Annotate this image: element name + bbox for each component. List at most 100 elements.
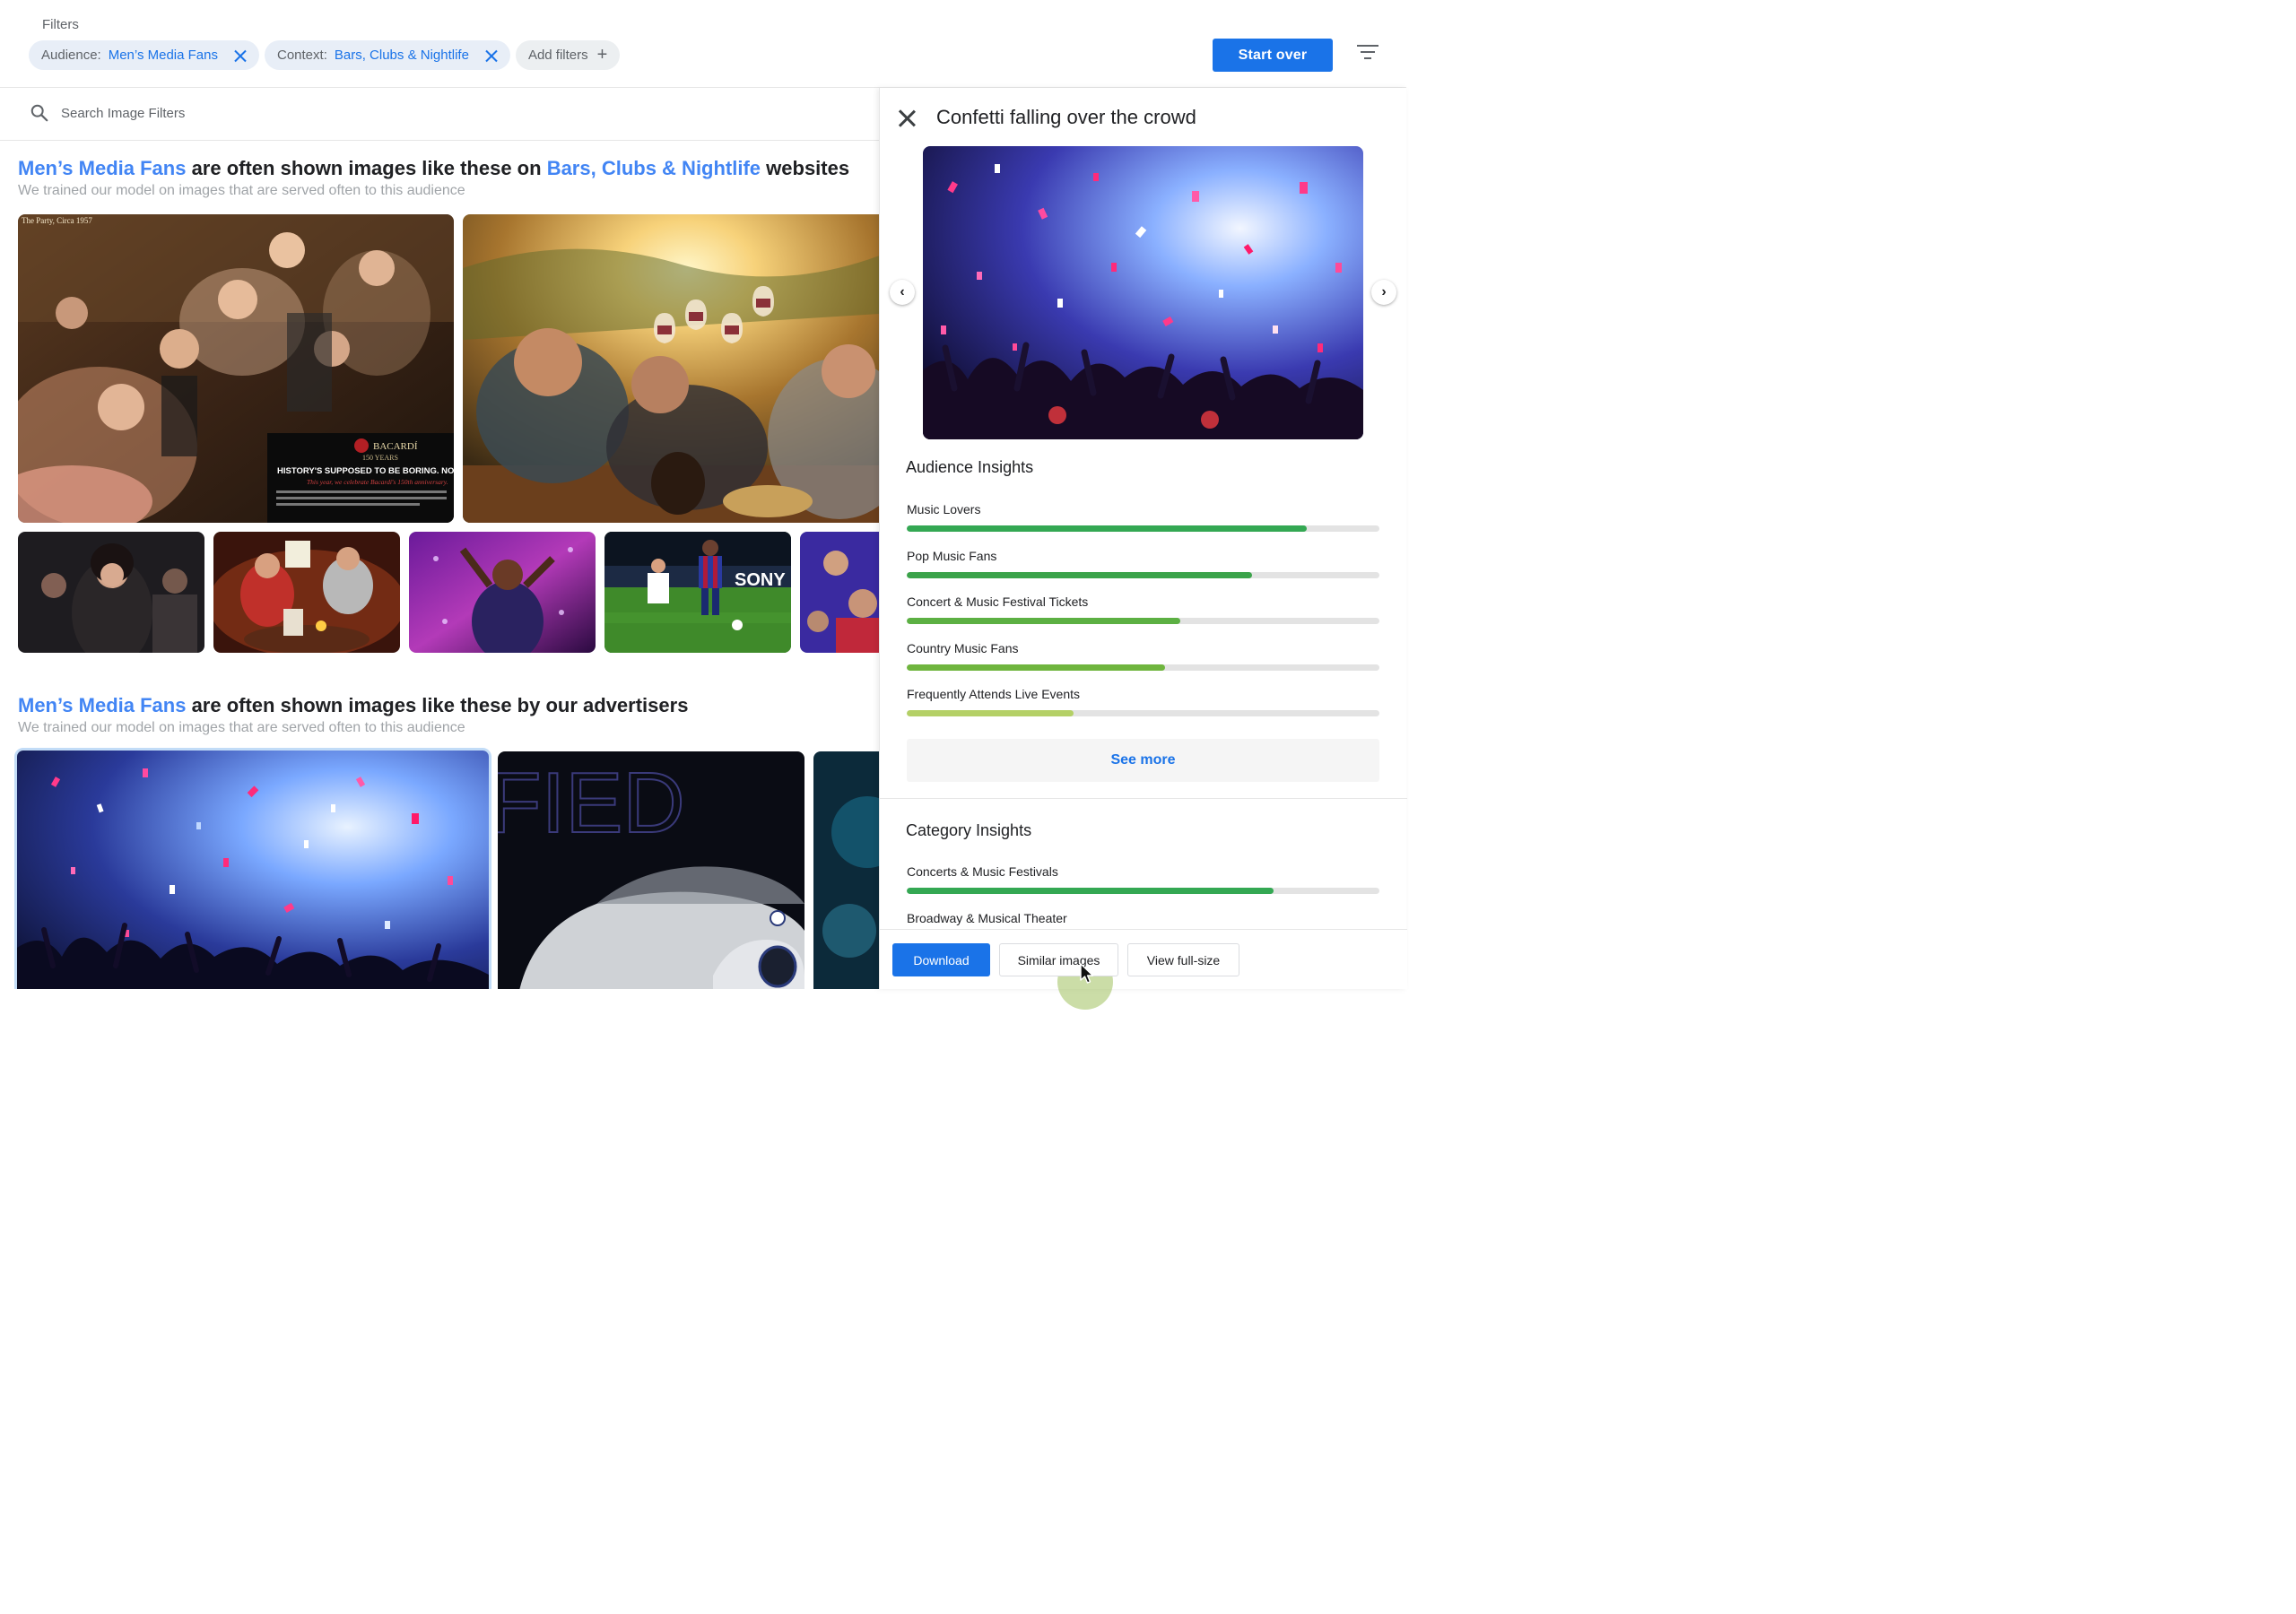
audience-insight-row: Music Lovers — [907, 502, 1379, 532]
ad-tagline: This year, we celebrate Bacardí's 150th … — [307, 478, 448, 486]
thumb-photo — [409, 532, 596, 653]
remove-context-filter-icon[interactable] — [485, 49, 498, 62]
audience-filter-chip[interactable]: Audience: Men’s Media Fans — [29, 40, 259, 70]
insight-bar-fill — [907, 525, 1307, 532]
see-more-button[interactable]: See more — [907, 739, 1379, 782]
insight-bar — [907, 525, 1379, 532]
svg-text:SONY: SONY — [735, 570, 786, 590]
audience-insights-title: Audience Insights — [906, 458, 1034, 476]
insight-bar-fill — [907, 664, 1165, 671]
plus-icon: + — [596, 45, 608, 65]
insight-bar-fill — [907, 710, 1074, 716]
heading-text: are often shown images like these on — [186, 157, 547, 179]
svg-text:FIED: FIED — [498, 755, 685, 851]
filter-chips: Audience: Men’s Media Fans Context: Bars… — [29, 40, 621, 70]
mouse-cursor-icon — [1080, 963, 1094, 984]
toasting-photo — [463, 214, 879, 523]
start-over-button[interactable]: Start over — [1213, 39, 1333, 72]
image-toasting-friends[interactable] — [463, 214, 879, 523]
section2-subtitle: We trained our model on images that are … — [18, 720, 465, 735]
download-button[interactable]: Download — [892, 943, 990, 976]
insight-bar — [907, 710, 1379, 716]
audience-highlight: Men’s Media Fans — [18, 694, 187, 716]
insight-bar — [907, 888, 1379, 894]
category-insights-title: Category Insights — [906, 821, 1032, 839]
panel-title: Confetti falling over the crowd — [936, 106, 1196, 128]
thumb-photo — [800, 532, 879, 653]
remove-audience-filter-icon[interactable] — [234, 49, 247, 62]
thumb-nightclub-woman[interactable] — [18, 532, 204, 653]
image-confetti-selected[interactable] — [14, 748, 491, 989]
filter-list-icon[interactable] — [1357, 45, 1378, 61]
add-filters-label: Add filters — [527, 48, 588, 63]
category-insight-row: Concerts & Music Festivals — [907, 864, 1379, 894]
audience-insight-row: Concert & Music Festival Tickets — [907, 594, 1379, 624]
insight-label: Broadway & Musical Theater — [907, 911, 1067, 925]
audience-highlight: Men’s Media Fans — [18, 157, 187, 179]
chevron-right-icon: › — [1381, 284, 1387, 299]
ad-headline: HISTORY'S SUPPOSED TO BE BORING. NOBODY … — [277, 466, 454, 476]
audience-insight-row: Frequently Attends Live Events — [907, 687, 1379, 716]
results-area: Men’s Media Fans are often shown images … — [0, 141, 879, 989]
insight-bar-fill — [907, 572, 1253, 578]
audience-insight-row: Pop Music Fans — [907, 549, 1379, 578]
preview-image — [923, 146, 1363, 439]
chip-key: Audience: — [41, 48, 101, 63]
heading-text: are often shown images like these by our… — [186, 694, 689, 716]
insight-label: Concert & Music Festival Tickets — [907, 594, 1089, 609]
image-detail-panel: Confetti falling over the crowd ‹ › Audi… — [879, 88, 1407, 1010]
concert-photo — [813, 751, 879, 989]
insight-bar — [907, 664, 1379, 671]
filters-label: Filters — [42, 17, 79, 32]
thumb-dancing-woman[interactable] — [409, 532, 596, 653]
heading-text: websites — [761, 157, 850, 179]
section1-subtitle: We trained our model on images that are … — [18, 183, 465, 198]
chip-value: Men’s Media Fans — [108, 48, 218, 63]
ad-years: 150 YEARS — [362, 454, 398, 462]
car-photo: FIED — [498, 751, 804, 989]
insight-label: Frequently Attends Live Events — [907, 687, 1080, 701]
divider — [880, 798, 1407, 799]
audience-insight-row: Country Music Fans — [907, 641, 1379, 671]
image-party-ad[interactable]: The Party, Circa 1957 BACARDÍ 150 YEARS … — [18, 214, 454, 523]
insight-label: Concerts & Music Festivals — [907, 864, 1058, 879]
similar-images-button[interactable]: Similar images — [999, 943, 1118, 976]
insight-label: Country Music Fans — [907, 641, 1019, 655]
ad-corner-text: The Party, Circa 1957 — [22, 216, 92, 225]
insight-bar-fill — [907, 618, 1181, 624]
chevron-left-icon: ‹ — [900, 284, 905, 299]
panel-actions: Download Similar images View full-size — [880, 929, 1407, 1010]
previous-image-button[interactable]: ‹ — [890, 280, 915, 305]
insight-label: Music Lovers — [907, 502, 981, 516]
context-highlight: Bars, Clubs & Nightlife — [546, 157, 761, 179]
insight-label: Pop Music Fans — [907, 549, 997, 563]
add-filters-button[interactable]: Add filters + — [515, 40, 621, 70]
section1-heading: Men’s Media Fans are often shown images … — [18, 157, 849, 180]
chip-value: Bars, Clubs & Nightlife — [334, 48, 469, 63]
image-bmw-car[interactable]: FIED — [498, 751, 804, 989]
view-full-size-button[interactable]: View full-size — [1127, 943, 1239, 976]
chip-key: Context: — [277, 48, 327, 63]
confetti-photo — [17, 751, 489, 989]
search-input[interactable]: Search Image Filters — [61, 106, 185, 121]
search-icon — [30, 104, 48, 122]
search-bar: Search Image Filters — [0, 88, 879, 141]
next-image-button[interactable]: › — [1371, 280, 1396, 305]
section2-heading: Men’s Media Fans are often shown images … — [18, 694, 688, 717]
confetti-preview-photo — [923, 146, 1363, 439]
category-insight-row: Broadway & Musical Theater — [907, 911, 1379, 925]
insight-bar — [907, 618, 1379, 624]
thumb-club-crowd[interactable] — [800, 532, 879, 653]
thumb-soccer-match[interactable]: SONY — [604, 532, 791, 653]
image-concert-partial[interactable] — [813, 751, 879, 989]
filters-header: Filters Audience: Men’s Media Fans Conte… — [0, 0, 1406, 88]
close-panel-icon[interactable] — [898, 109, 916, 127]
insight-bar — [907, 572, 1379, 578]
insight-bar-fill — [907, 888, 1274, 894]
thumb-photo — [18, 532, 204, 653]
party-ad-photo: The Party, Circa 1957 BACARDÍ 150 YEARS … — [18, 214, 454, 523]
thumb-photo: SONY — [604, 532, 791, 653]
thumb-photo — [213, 532, 400, 653]
thumb-bar-party[interactable] — [213, 532, 400, 653]
context-filter-chip[interactable]: Context: Bars, Clubs & Nightlife — [265, 40, 510, 70]
